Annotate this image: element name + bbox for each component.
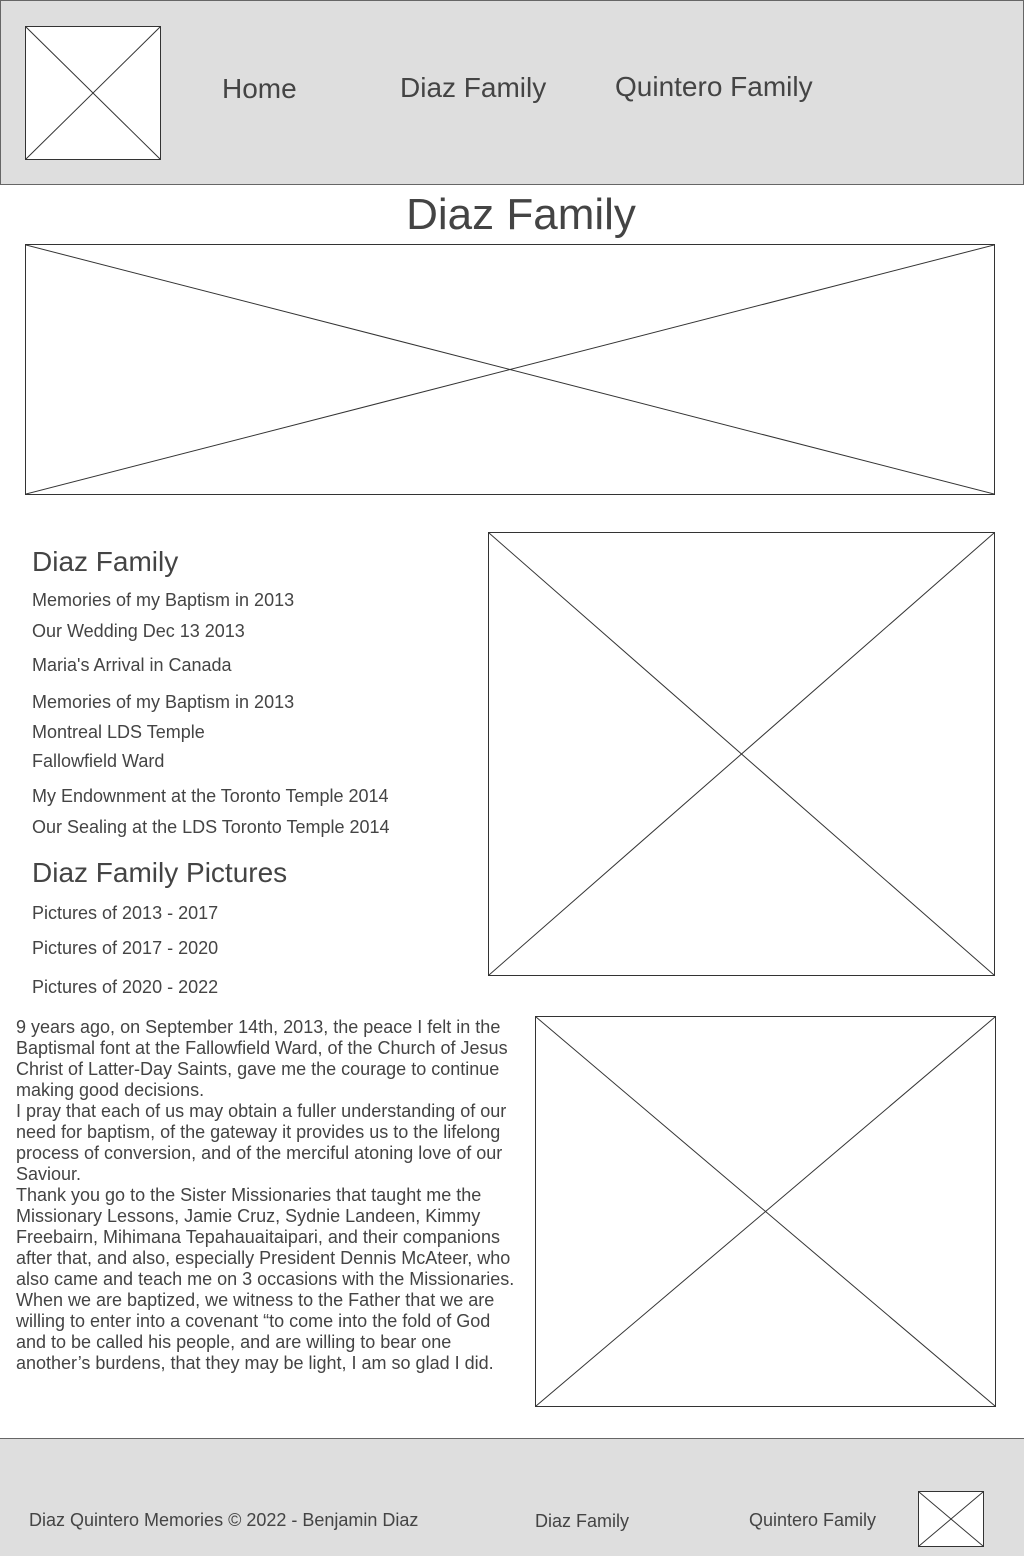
footer-copyright: Diaz Quintero Memories © 2022 - Benjamin… [29, 1510, 419, 1530]
nav-quintero-family[interactable]: Quintero Family [615, 71, 813, 103]
footer-link-quintero-family[interactable]: Quintero Family [749, 1509, 876, 1531]
memory-link-montreal-temple[interactable]: Montreal LDS Temple [32, 721, 205, 743]
memory-link-baptism[interactable]: Memories of my Baptism in 2013 [32, 589, 294, 611]
site-footer [0, 1438, 1024, 1556]
footer-link-diaz-family[interactable]: Diaz Family [535, 1510, 629, 1532]
article-text: 9 years ago, on September 14th, 2013, th… [16, 1017, 516, 1374]
nav-home[interactable]: Home [222, 73, 297, 105]
hero-image-placeholder [25, 244, 995, 495]
footer-logo-placeholder[interactable] [918, 1491, 984, 1547]
pictures-link-2013-2017[interactable]: Pictures of 2013 - 2017 [32, 902, 218, 924]
article-paragraph: I pray that each of us may obtain a full… [16, 1101, 507, 1184]
pictures-heading: Diaz Family Pictures [32, 857, 288, 888]
memory-link-wedding[interactable]: Our Wedding Dec 13 2013 [32, 620, 245, 642]
memory-link-sealing[interactable]: Our Sealing at the LDS Toronto Temple 20… [32, 816, 390, 838]
memories-heading: Diaz Family [32, 546, 179, 577]
nav-diaz-family[interactable]: Diaz Family [400, 72, 546, 104]
baptism-image-placeholder [535, 1016, 996, 1407]
article-paragraph: Thank you go to the Sister Missionaries … [16, 1185, 515, 1289]
memory-link-endowment[interactable]: My Endownment at the Toronto Temple 2014 [32, 785, 389, 807]
article-paragraph: 9 years ago, on September 14th, 2013, th… [16, 1017, 508, 1100]
memory-link-baptism-2[interactable]: Memories of my Baptism in 2013 [32, 691, 294, 713]
logo-image-placeholder[interactable] [25, 26, 161, 160]
family-image-placeholder [488, 532, 995, 976]
pictures-link-2020-2022[interactable]: Pictures of 2020 - 2022 [32, 976, 218, 998]
page-title: Diaz Family [406, 190, 636, 239]
pictures-link-2017-2020[interactable]: Pictures of 2017 - 2020 [32, 937, 218, 959]
memory-link-maria-arrival[interactable]: Maria's Arrival in Canada [32, 654, 232, 676]
memory-link-fallowfield-ward[interactable]: Fallowfield Ward [32, 750, 164, 772]
article-paragraph: When we are baptized, we witness to the … [16, 1290, 495, 1373]
